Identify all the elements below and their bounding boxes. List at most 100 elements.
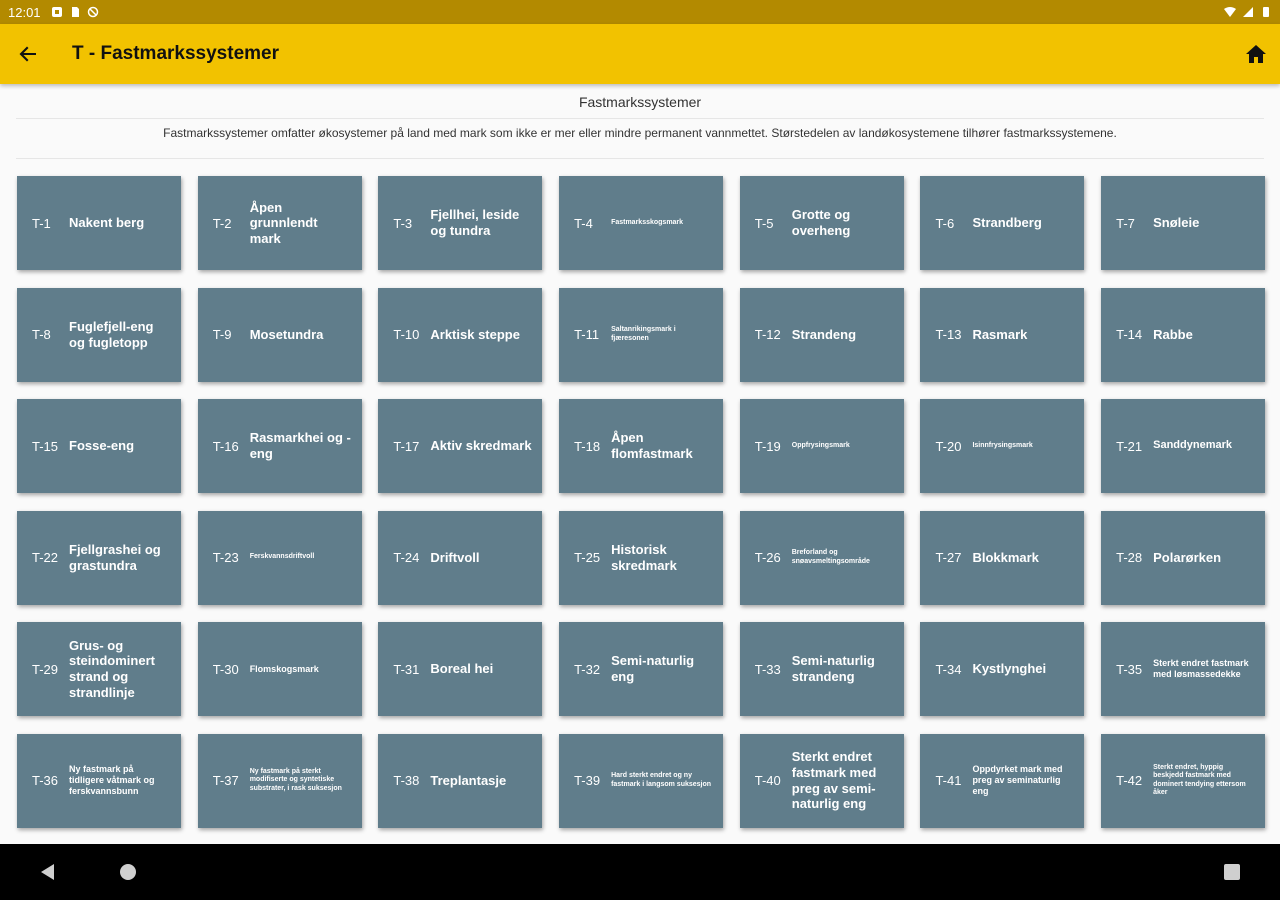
tile-t-26[interactable]: T-26 Breforland og snøavsmeltingsområde xyxy=(739,510,904,605)
tile-code: T-25 xyxy=(574,550,601,565)
tile-code: T-33 xyxy=(754,661,781,677)
nav-back-icon[interactable] xyxy=(38,862,58,882)
tile-code: T-39 xyxy=(574,773,601,788)
tile-code: T-7 xyxy=(1116,215,1135,231)
tile-code: T-34 xyxy=(935,661,962,677)
tile-t-38[interactable]: T-38 Treplantasje xyxy=(378,733,543,828)
tile-code: T-28 xyxy=(1116,550,1143,565)
tile-t-41[interactable]: T-41 Oppdyrket mark med preg av seminatur… xyxy=(920,733,1085,828)
tile-code: T-27 xyxy=(935,550,962,565)
tile-name: Rasmarkhei og -eng xyxy=(249,430,351,461)
tile-name: Breforland og snøavsmeltingsområde xyxy=(791,549,870,565)
tile-t-17[interactable]: T-17 Aktiv skredmark xyxy=(378,399,543,493)
tile-code: T-35 xyxy=(1116,661,1143,677)
tile-t-18[interactable]: T-18 Åpen flomfastmark xyxy=(559,399,724,493)
tile-code: T-26 xyxy=(754,550,781,565)
tile-code: T-2 xyxy=(212,215,232,231)
nav-recents-icon[interactable] xyxy=(1224,864,1240,880)
tile-t-23[interactable]: T-23 Ferskvannsdriftvoll xyxy=(197,510,362,605)
tile-name: Åpen flomfastmark xyxy=(611,430,693,461)
tile-name: Fuglefjell-eng og fugletopp xyxy=(69,318,154,350)
tile-t-3[interactable]: T-3 Fjellhei, leside og tundra xyxy=(378,176,543,270)
tile-code: T-15 xyxy=(32,438,59,454)
tile-t-4[interactable]: T-4 Fastmarksskogsmark xyxy=(559,176,724,270)
ecosystem-grid: T-1 Nakent berg T-2 Åpen grunnlendt mark T-3… xyxy=(17,176,1266,828)
tile-t-25[interactable]: T-25 Historisk skredmark xyxy=(559,510,724,605)
tile-code: T-40 xyxy=(754,773,781,788)
divider xyxy=(16,118,1264,119)
tile-name: Semi-naturlig strandeng xyxy=(791,653,875,684)
tile-t-34[interactable]: T-34 Kystlynghei xyxy=(920,622,1085,716)
tile-code: T-20 xyxy=(935,438,962,454)
tile-code: T-24 xyxy=(393,550,420,565)
tile-name: Ny fastmark på sterkt modifiserte og syn… xyxy=(249,767,342,792)
tile-t-35[interactable]: T-35 Sterkt endret fastmark med løsmassed… xyxy=(1101,622,1266,716)
nav-home-icon[interactable] xyxy=(120,864,136,880)
status-time: 12:01 xyxy=(8,4,41,20)
tile-name: Strandeng xyxy=(791,326,857,342)
tile-code: T-17 xyxy=(393,438,420,454)
tile-t-30[interactable]: T-30 Flomskogsmark xyxy=(197,622,362,716)
battery-icon xyxy=(1263,7,1269,17)
tile-code: T-19 xyxy=(754,438,781,454)
tile-name: Boreal hei xyxy=(430,661,494,677)
tile-t-39[interactable]: T-39 Hard sterkt endret og ny fastmark i … xyxy=(559,733,724,828)
tile-name: Hard sterkt endret og ny fastmark i lang… xyxy=(611,772,712,788)
tile-t-2[interactable]: T-2 Åpen grunnlendt mark xyxy=(197,176,362,270)
tile-name: Fjellhei, leside og tundra xyxy=(430,207,520,238)
tile-t-31[interactable]: T-31 Boreal hei xyxy=(378,622,543,716)
tile-name: Treplantasje xyxy=(430,772,507,788)
tile-code: T-38 xyxy=(393,773,420,788)
tile-t-22[interactable]: T-22 Fjellgrashei og grastundra xyxy=(17,510,181,605)
tile-t-40[interactable]: T-40 Sterkt endret fastmark med preg av s… xyxy=(739,733,904,828)
tile-t-29[interactable]: T-29 Grus- og steindominert strand og str… xyxy=(17,622,181,716)
tile-code: T-11 xyxy=(574,327,600,342)
tile-code: T-31 xyxy=(393,661,420,677)
tile-t-27[interactable]: T-27 Blokkmark xyxy=(920,510,1085,605)
tile-name: Isinnfrysingsmark xyxy=(972,441,1033,449)
tile-t-13[interactable]: T-13 Rasmark xyxy=(920,287,1085,382)
tile-code: T-29 xyxy=(32,661,59,677)
tile-code: T-41 xyxy=(935,773,962,788)
tile-code: T-30 xyxy=(212,661,239,677)
home-button[interactable] xyxy=(1232,24,1280,84)
tile-t-14[interactable]: T-14 Rabbe xyxy=(1101,287,1266,382)
page-heading: Fastmarkssystemer xyxy=(578,94,702,110)
tile-code: T-16 xyxy=(212,438,239,454)
tile-t-21[interactable]: T-21 Sanddynemark xyxy=(1101,399,1266,493)
tile-t-32[interactable]: T-32 Semi-naturlig eng xyxy=(559,622,724,716)
tile-t-36[interactable]: T-36 Ny fastmark på tidligere våtmark og … xyxy=(17,733,181,828)
tile-t-20[interactable]: T-20 Isinnfrysingsmark xyxy=(920,399,1085,493)
tile-t-10[interactable]: T-10 Arktisk steppe xyxy=(378,287,543,382)
tile-t-42[interactable]: T-42 Sterkt endret, hyppig beskjedd fastm… xyxy=(1101,733,1266,828)
tile-name: Flomskogsmark xyxy=(249,663,319,674)
tile-t-19[interactable]: T-19 Oppfrysingsmark xyxy=(739,399,904,493)
tile-name: Aktiv skredmark xyxy=(430,438,532,454)
tile-t-33[interactable]: T-33 Semi-naturlig strandeng xyxy=(739,622,904,716)
back-button[interactable] xyxy=(0,24,56,84)
tile-t-28[interactable]: T-28 Polarørken xyxy=(1101,510,1266,605)
tile-name: Fjellgrashei og grastundra xyxy=(69,541,161,573)
tile-t-7[interactable]: T-7 Snøleie xyxy=(1101,176,1266,270)
tile-t-8[interactable]: T-8 Fuglefjell-eng og fugletopp xyxy=(17,287,181,382)
system-nav-bar xyxy=(0,844,1280,900)
tile-t-24[interactable]: T-24 Driftvoll xyxy=(378,510,543,605)
tile-t-1[interactable]: T-1 Nakent berg xyxy=(17,176,181,270)
tile-code: T-4 xyxy=(574,215,593,231)
tile-name: Oppdyrket mark med preg av seminaturlig … xyxy=(972,764,1063,796)
tile-t-37[interactable]: T-37 Ny fastmark på sterkt modifiserte og… xyxy=(197,733,362,828)
tile-name: Strandberg xyxy=(972,215,1042,231)
sim-card-icon xyxy=(71,7,79,17)
tile-t-15[interactable]: T-15 Fosse-eng xyxy=(17,399,181,493)
tile-t-9[interactable]: T-9 Mosetundra xyxy=(197,287,362,382)
tile-name: Snøleie xyxy=(1153,215,1200,231)
tile-name: Historisk skredmark xyxy=(611,541,677,573)
tile-name: Mosetundra xyxy=(249,326,324,342)
tile-t-6[interactable]: T-6 Strandberg xyxy=(920,176,1085,270)
tile-t-12[interactable]: T-12 Strandeng xyxy=(739,287,904,382)
tile-t-5[interactable]: T-5 Grotte og overheng xyxy=(739,176,904,270)
signal-icon xyxy=(1243,7,1253,17)
tile-t-16[interactable]: T-16 Rasmarkhei og -eng xyxy=(197,399,362,493)
tile-t-11[interactable]: T-11 Saltanrikingsmark i fjæresonen xyxy=(559,287,724,382)
tile-code: T-12 xyxy=(754,327,781,342)
